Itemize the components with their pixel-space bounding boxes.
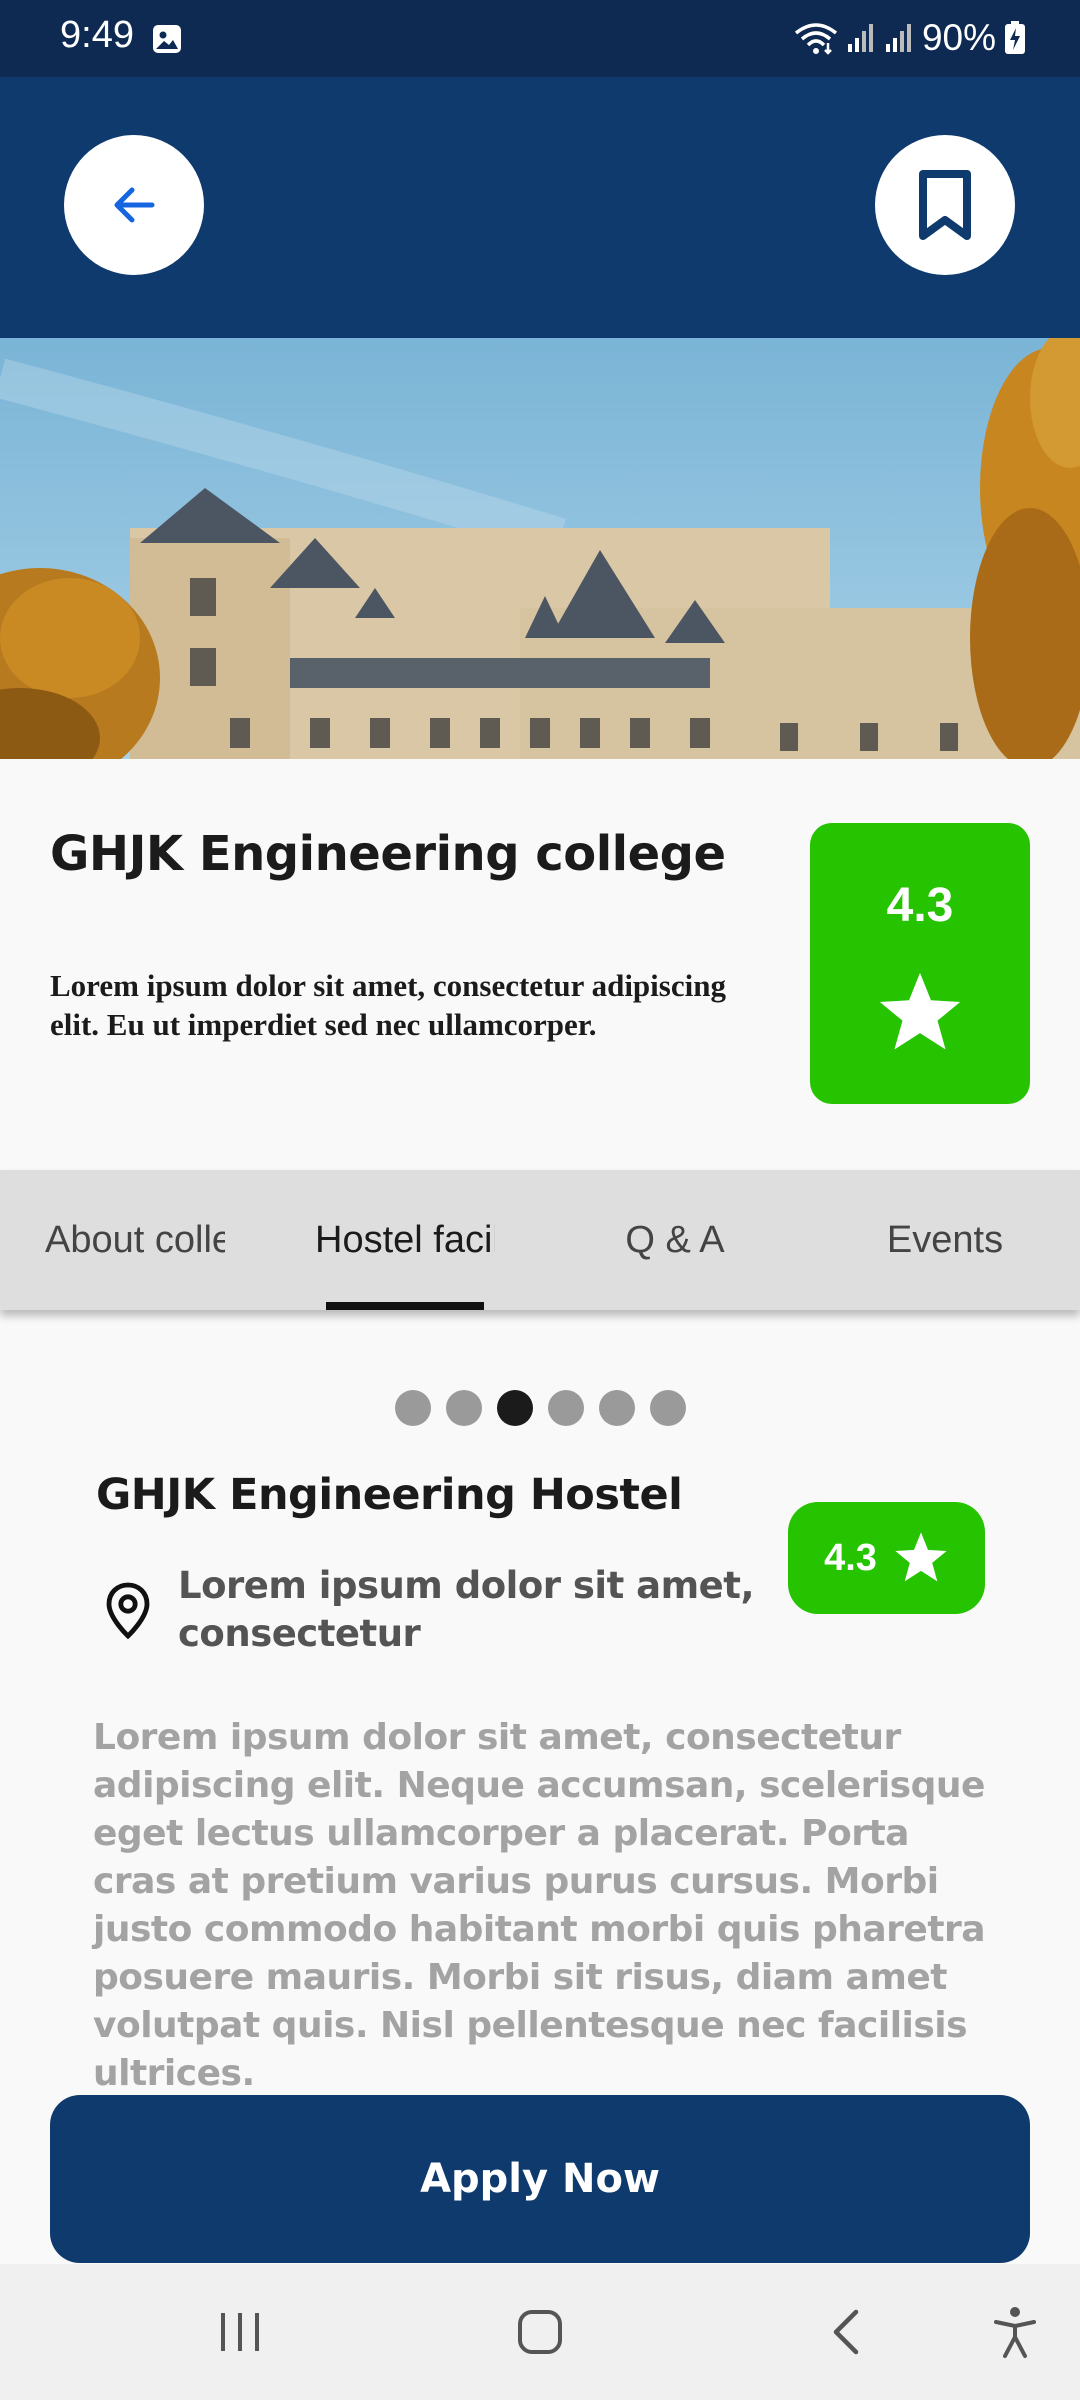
image-notification-icon xyxy=(153,25,181,53)
status-icons: 90% xyxy=(794,14,1026,62)
wifi-icon xyxy=(794,23,838,55)
back-button[interactable] xyxy=(64,135,204,275)
tab-hostel-facilities[interactable]: Hostel facilities xyxy=(270,1170,540,1310)
system-nav-bar xyxy=(0,2264,1080,2400)
apply-now-button[interactable]: Apply Now xyxy=(50,2095,1030,2263)
tab-label: About college xyxy=(45,1218,225,1261)
carousel-dot[interactable] xyxy=(548,1390,584,1426)
college-rating-value: 4.3 xyxy=(886,879,954,932)
carousel-dots xyxy=(395,1390,686,1426)
college-hero-image xyxy=(0,338,1080,759)
accessibility-button[interactable] xyxy=(955,2264,1075,2400)
college-rating-badge: 4.3 xyxy=(810,823,1030,1104)
home-icon xyxy=(518,2310,562,2354)
carousel-dot[interactable] xyxy=(650,1390,686,1426)
bookmark-button[interactable] xyxy=(875,135,1015,275)
tab-events[interactable]: Events xyxy=(810,1170,1080,1310)
recent-apps-icon xyxy=(221,2313,259,2351)
status-bar: 9:49 90% xyxy=(0,0,1080,77)
status-time: 9:49 xyxy=(60,14,134,56)
hostel-title: GHJK Engineering Hostel xyxy=(96,1470,683,1520)
system-back-button[interactable] xyxy=(785,2264,905,2400)
battery-charging-icon xyxy=(1005,21,1025,54)
carousel-dot[interactable] xyxy=(599,1390,635,1426)
carousel-dot[interactable] xyxy=(446,1390,482,1426)
tab-about-college[interactable]: About college xyxy=(0,1170,270,1310)
carousel-dot-active[interactable] xyxy=(497,1390,533,1426)
tab-bar: About college Hostel facilities Q & A Ev… xyxy=(0,1170,1080,1310)
hostel-rating-value: 4.3 xyxy=(824,1536,877,1579)
carousel-dot[interactable] xyxy=(395,1390,431,1426)
location-pin-icon xyxy=(106,1582,150,1640)
home-button[interactable] xyxy=(480,2264,600,2400)
tab-label: Q & A xyxy=(625,1218,725,1261)
bookmark-icon xyxy=(919,170,971,240)
arrow-left-icon xyxy=(114,187,155,223)
signal-icon xyxy=(847,24,873,52)
accessibility-icon xyxy=(994,2307,1036,2358)
hostel-address: Lorem ipsum dolor sit amet, consectetur xyxy=(178,1564,755,1655)
tab-q-and-a[interactable]: Q & A xyxy=(540,1170,810,1310)
tab-label: Events xyxy=(886,1218,1004,1261)
hostel-rating-badge: 4.3 xyxy=(788,1502,985,1614)
signal-icon xyxy=(885,24,911,52)
tab-selected-indicator xyxy=(326,1302,484,1310)
star-icon xyxy=(879,972,961,1050)
back-icon xyxy=(833,2309,859,2355)
college-title: GHJK Engineering college xyxy=(50,826,726,882)
app-header xyxy=(0,77,1080,338)
recent-apps-button[interactable] xyxy=(180,2264,300,2400)
college-description: Lorem ipsum dolor sit amet, consectetur … xyxy=(50,968,726,1042)
star-icon xyxy=(895,1532,947,1582)
tab-label: Hostel facilities xyxy=(315,1218,495,1261)
battery-percent: 90% xyxy=(921,17,996,58)
hostel-description: Lorem ipsum dolor sit amet, consectetur … xyxy=(93,1717,986,2094)
